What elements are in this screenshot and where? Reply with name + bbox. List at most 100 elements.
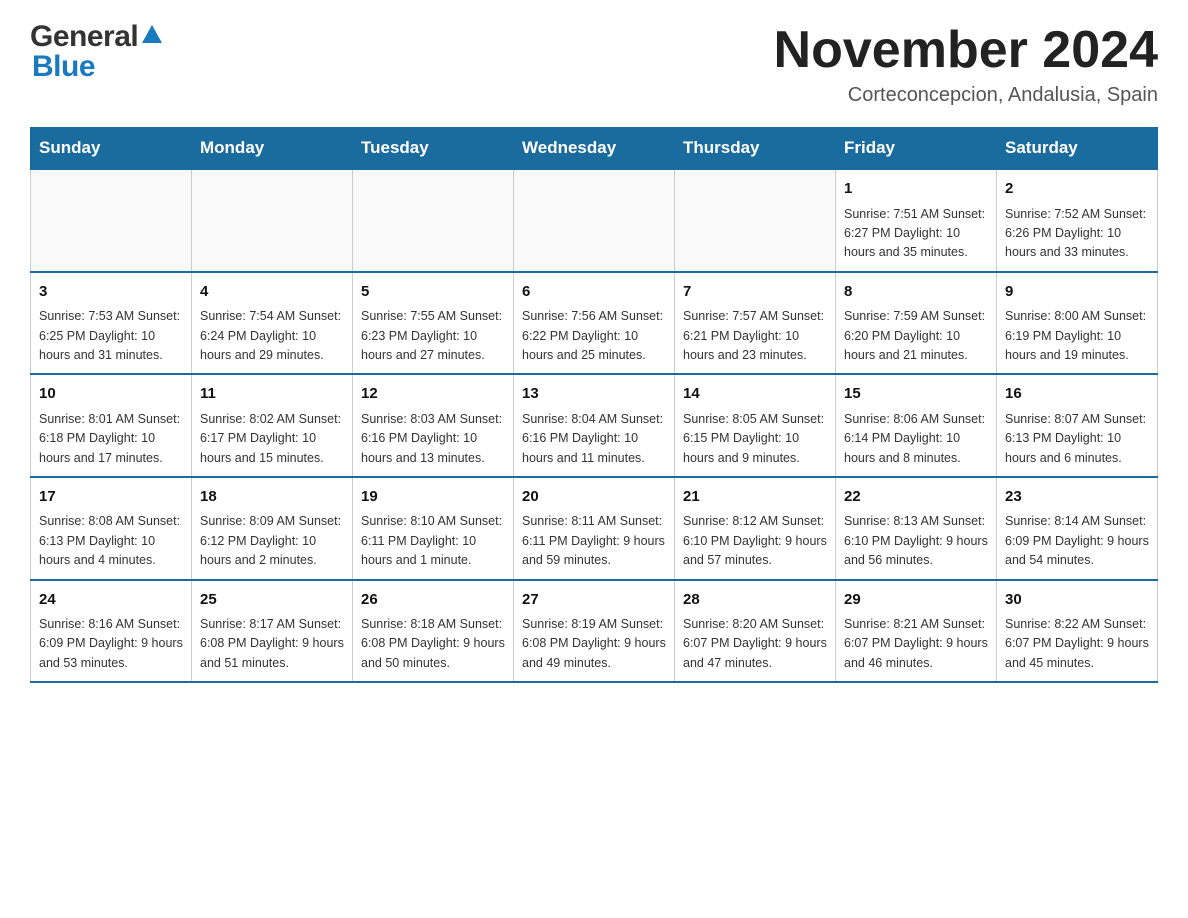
calendar-cell: 22 Sunrise: 8:13 AM Sunset: 6:10 PM Dayli… bbox=[836, 477, 997, 580]
calendar-cell bbox=[675, 169, 836, 272]
calendar-cell: 24Sunrise: 8:16 AM Sunset: 6:09 PM Dayli… bbox=[31, 580, 192, 683]
calendar-cell bbox=[31, 169, 192, 272]
day-number: 21 bbox=[683, 486, 827, 509]
calendar-cell bbox=[514, 169, 675, 272]
calendar-cell: 28Sunrise: 8:20 AM Sunset: 6:07 PM Dayli… bbox=[675, 580, 836, 683]
day-info: Sunrise: 8:00 AM Sunset: 6:19 PM Dayligh… bbox=[1005, 307, 1149, 365]
calendar-cell: 9 Sunrise: 8:00 AM Sunset: 6:19 PM Daylig… bbox=[997, 272, 1158, 375]
day-number: 27 bbox=[522, 589, 666, 612]
day-info: Sunrise: 8:12 AM Sunset: 6:10 PM Dayligh… bbox=[683, 512, 827, 570]
day-number: 8 bbox=[844, 281, 988, 304]
title-area: November 2024 Corteconcepcion, Andalusia… bbox=[774, 20, 1158, 107]
day-number: 22 bbox=[844, 486, 988, 509]
day-number: 3 bbox=[39, 281, 183, 304]
logo-general-text: General bbox=[30, 20, 138, 54]
calendar-cell: 6 Sunrise: 7:56 AM Sunset: 6:22 PM Daylig… bbox=[514, 272, 675, 375]
col-header-thursday: Thursday bbox=[675, 128, 836, 170]
day-info: Sunrise: 8:10 AM Sunset: 6:11 PM Dayligh… bbox=[361, 512, 505, 570]
day-number: 29 bbox=[844, 589, 988, 612]
calendar-cell: 20Sunrise: 8:11 AM Sunset: 6:11 PM Dayli… bbox=[514, 477, 675, 580]
logo-triangle-icon bbox=[142, 25, 162, 43]
day-number: 6 bbox=[522, 281, 666, 304]
calendar-table: SundayMondayTuesdayWednesdayThursdayFrid… bbox=[30, 127, 1158, 683]
day-info: Sunrise: 8:19 AM Sunset: 6:08 PM Dayligh… bbox=[522, 615, 666, 673]
calendar-header-row: SundayMondayTuesdayWednesdayThursdayFrid… bbox=[31, 128, 1158, 170]
page-header: General Blue November 2024 Corteconcepci… bbox=[30, 20, 1158, 107]
calendar-cell: 16 Sunrise: 8:07 AM Sunset: 6:13 PM Dayli… bbox=[997, 374, 1158, 477]
day-number: 5 bbox=[361, 281, 505, 304]
day-number: 11 bbox=[200, 383, 344, 406]
calendar-cell: 11Sunrise: 8:02 AM Sunset: 6:17 PM Dayli… bbox=[192, 374, 353, 477]
day-number: 1 bbox=[844, 178, 988, 201]
day-number: 4 bbox=[200, 281, 344, 304]
calendar-week-row: 17Sunrise: 8:08 AM Sunset: 6:13 PM Dayli… bbox=[31, 477, 1158, 580]
day-info: Sunrise: 7:54 AM Sunset: 6:24 PM Dayligh… bbox=[200, 307, 344, 365]
calendar-cell: 30 Sunrise: 8:22 AM Sunset: 6:07 PM Dayli… bbox=[997, 580, 1158, 683]
day-number: 10 bbox=[39, 383, 183, 406]
day-number: 12 bbox=[361, 383, 505, 406]
calendar-cell: 21 Sunrise: 8:12 AM Sunset: 6:10 PM Dayli… bbox=[675, 477, 836, 580]
calendar-cell: 27 Sunrise: 8:19 AM Sunset: 6:08 PM Dayli… bbox=[514, 580, 675, 683]
day-info: Sunrise: 8:21 AM Sunset: 6:07 PM Dayligh… bbox=[844, 615, 988, 673]
day-number: 30 bbox=[1005, 589, 1149, 612]
calendar-cell: 4 Sunrise: 7:54 AM Sunset: 6:24 PM Daylig… bbox=[192, 272, 353, 375]
main-title: November 2024 bbox=[774, 20, 1158, 80]
day-info: Sunrise: 7:55 AM Sunset: 6:23 PM Dayligh… bbox=[361, 307, 505, 365]
day-info: Sunrise: 8:03 AM Sunset: 6:16 PM Dayligh… bbox=[361, 410, 505, 468]
day-info: Sunrise: 8:13 AM Sunset: 6:10 PM Dayligh… bbox=[844, 512, 988, 570]
day-info: Sunrise: 8:14 AM Sunset: 6:09 PM Dayligh… bbox=[1005, 512, 1149, 570]
calendar-cell: 1Sunrise: 7:51 AM Sunset: 6:27 PM Daylig… bbox=[836, 169, 997, 272]
logo-blue-text: Blue bbox=[32, 50, 95, 84]
day-number: 13 bbox=[522, 383, 666, 406]
calendar-cell: 3 Sunrise: 7:53 AM Sunset: 6:25 PM Daylig… bbox=[31, 272, 192, 375]
day-number: 24 bbox=[39, 589, 183, 612]
day-number: 2 bbox=[1005, 178, 1149, 201]
day-number: 19 bbox=[361, 486, 505, 509]
day-number: 15 bbox=[844, 383, 988, 406]
day-info: Sunrise: 8:01 AM Sunset: 6:18 PM Dayligh… bbox=[39, 410, 183, 468]
day-number: 18 bbox=[200, 486, 344, 509]
calendar-cell: 29 Sunrise: 8:21 AM Sunset: 6:07 PM Dayli… bbox=[836, 580, 997, 683]
day-number: 16 bbox=[1005, 383, 1149, 406]
day-info: Sunrise: 7:53 AM Sunset: 6:25 PM Dayligh… bbox=[39, 307, 183, 365]
day-number: 9 bbox=[1005, 281, 1149, 304]
day-info: Sunrise: 8:22 AM Sunset: 6:07 PM Dayligh… bbox=[1005, 615, 1149, 673]
subtitle: Corteconcepcion, Andalusia, Spain bbox=[774, 84, 1158, 107]
calendar-cell: 8Sunrise: 7:59 AM Sunset: 6:20 PM Daylig… bbox=[836, 272, 997, 375]
col-header-sunday: Sunday bbox=[31, 128, 192, 170]
calendar-cell: 13 Sunrise: 8:04 AM Sunset: 6:16 PM Dayli… bbox=[514, 374, 675, 477]
calendar-cell: 5 Sunrise: 7:55 AM Sunset: 6:23 PM Daylig… bbox=[353, 272, 514, 375]
calendar-cell bbox=[353, 169, 514, 272]
day-info: Sunrise: 7:52 AM Sunset: 6:26 PM Dayligh… bbox=[1005, 205, 1149, 263]
day-info: Sunrise: 8:06 AM Sunset: 6:14 PM Dayligh… bbox=[844, 410, 988, 468]
day-info: Sunrise: 8:08 AM Sunset: 6:13 PM Dayligh… bbox=[39, 512, 183, 570]
day-info: Sunrise: 8:18 AM Sunset: 6:08 PM Dayligh… bbox=[361, 615, 505, 673]
day-info: Sunrise: 8:04 AM Sunset: 6:16 PM Dayligh… bbox=[522, 410, 666, 468]
day-info: Sunrise: 7:56 AM Sunset: 6:22 PM Dayligh… bbox=[522, 307, 666, 365]
day-info: Sunrise: 8:07 AM Sunset: 6:13 PM Dayligh… bbox=[1005, 410, 1149, 468]
calendar-cell: 7 Sunrise: 7:57 AM Sunset: 6:21 PM Daylig… bbox=[675, 272, 836, 375]
calendar-cell: 12 Sunrise: 8:03 AM Sunset: 6:16 PM Dayli… bbox=[353, 374, 514, 477]
day-number: 28 bbox=[683, 589, 827, 612]
calendar-cell: 23Sunrise: 8:14 AM Sunset: 6:09 PM Dayli… bbox=[997, 477, 1158, 580]
day-number: 20 bbox=[522, 486, 666, 509]
logo: General Blue bbox=[30, 20, 162, 84]
day-info: Sunrise: 8:17 AM Sunset: 6:08 PM Dayligh… bbox=[200, 615, 344, 673]
day-info: Sunrise: 7:57 AM Sunset: 6:21 PM Dayligh… bbox=[683, 307, 827, 365]
calendar-cell: 18Sunrise: 8:09 AM Sunset: 6:12 PM Dayli… bbox=[192, 477, 353, 580]
calendar-cell: 14Sunrise: 8:05 AM Sunset: 6:15 PM Dayli… bbox=[675, 374, 836, 477]
day-info: Sunrise: 8:05 AM Sunset: 6:15 PM Dayligh… bbox=[683, 410, 827, 468]
col-header-monday: Monday bbox=[192, 128, 353, 170]
calendar-cell: 15 Sunrise: 8:06 AM Sunset: 6:14 PM Dayli… bbox=[836, 374, 997, 477]
calendar-cell: 10 Sunrise: 8:01 AM Sunset: 6:18 PM Dayli… bbox=[31, 374, 192, 477]
calendar-cell: 26Sunrise: 8:18 AM Sunset: 6:08 PM Dayli… bbox=[353, 580, 514, 683]
day-number: 25 bbox=[200, 589, 344, 612]
col-header-wednesday: Wednesday bbox=[514, 128, 675, 170]
calendar-cell: 19 Sunrise: 8:10 AM Sunset: 6:11 PM Dayli… bbox=[353, 477, 514, 580]
day-number: 7 bbox=[683, 281, 827, 304]
col-header-tuesday: Tuesday bbox=[353, 128, 514, 170]
calendar-week-row: 24Sunrise: 8:16 AM Sunset: 6:09 PM Dayli… bbox=[31, 580, 1158, 683]
calendar-cell: 2 Sunrise: 7:52 AM Sunset: 6:26 PM Daylig… bbox=[997, 169, 1158, 272]
calendar-week-row: 10 Sunrise: 8:01 AM Sunset: 6:18 PM Dayli… bbox=[31, 374, 1158, 477]
calendar-cell: 17Sunrise: 8:08 AM Sunset: 6:13 PM Dayli… bbox=[31, 477, 192, 580]
